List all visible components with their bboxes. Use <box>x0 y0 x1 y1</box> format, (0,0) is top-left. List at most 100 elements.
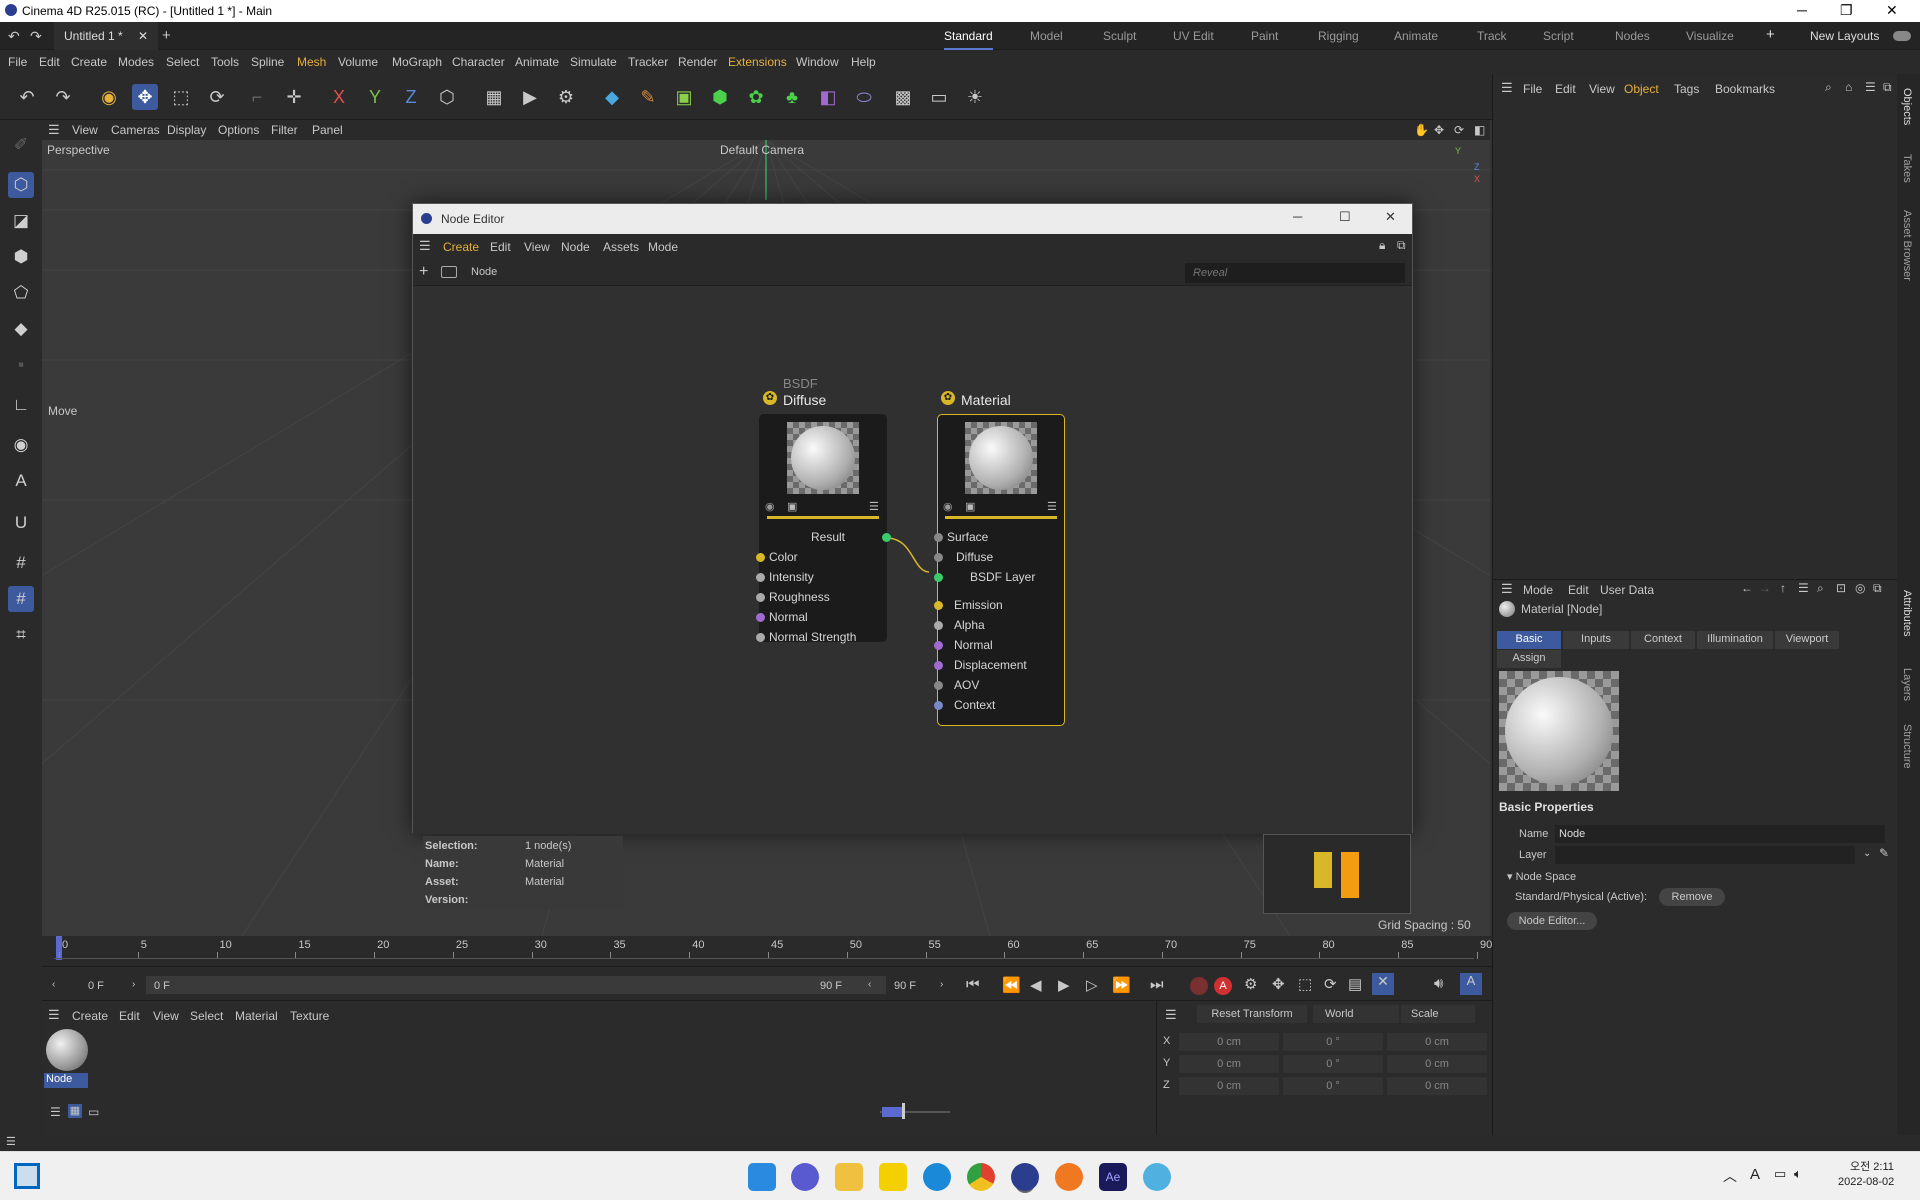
diffuse-node[interactable]: ◉ ▣ ☰ Result Color Intensity Roughness N… <box>756 414 891 644</box>
x-axis-icon[interactable]: X <box>326 84 352 110</box>
port-context[interactable] <box>934 701 943 710</box>
port-surface[interactable] <box>934 533 943 542</box>
material-swatch[interactable]: Node <box>44 1029 88 1089</box>
camera-label[interactable]: Default Camera <box>720 143 804 157</box>
menu-tools[interactable]: Tools <box>211 55 239 69</box>
scale-dropdown[interactable]: Scale <box>1401 1005 1475 1023</box>
move-tool-icon[interactable]: ✥ <box>132 84 158 110</box>
record-icon[interactable] <box>1190 977 1208 995</box>
coord-field[interactable]: 0 ° <box>1283 1033 1383 1051</box>
maximize-icon[interactable]: ☐ <box>1339 209 1351 225</box>
om-menu-object[interactable]: Object <box>1624 82 1659 96</box>
om-menu-view[interactable]: View <box>1589 82 1615 96</box>
tab-illumination[interactable]: Illumination <box>1697 631 1773 649</box>
viewport-menu-panel[interactable]: Panel <box>312 123 343 137</box>
preview-icon[interactable]: ▣ <box>965 500 975 513</box>
panel-menu-icon[interactable]: ☰ <box>1501 80 1513 96</box>
app-icon[interactable] <box>1143 1163 1171 1191</box>
viewport-menu-display[interactable]: Display <box>167 123 206 137</box>
port-displacement[interactable] <box>934 661 943 670</box>
kakaotalk-icon[interactable] <box>879 1163 907 1191</box>
mm-menu-view[interactable]: View <box>153 1009 179 1023</box>
workplane-icon[interactable]: # <box>8 550 34 576</box>
locked-workplane-icon[interactable]: A <box>8 468 34 494</box>
side-tab-structure[interactable]: Structure <box>1901 724 1913 769</box>
port-alpha[interactable] <box>934 621 943 630</box>
om-menu-edit[interactable]: Edit <box>1555 82 1576 96</box>
chevron-down-icon[interactable]: ⌄ <box>1863 848 1871 859</box>
model-mode-icon[interactable]: ⬡ <box>8 172 34 198</box>
pla-key-icon[interactable]: ✕ <box>1372 973 1394 995</box>
ne-menu-create[interactable]: Create <box>443 240 479 254</box>
tab-inputs[interactable]: Inputs <box>1563 631 1629 649</box>
maximize-icon[interactable]: ❐ <box>1840 2 1853 19</box>
om-menu-tags[interactable]: Tags <box>1674 82 1699 96</box>
node-menu-icon[interactable]: ☰ <box>869 500 879 513</box>
start-frame-field[interactable]: 0 F <box>88 980 104 992</box>
large-view-icon[interactable]: ▭ <box>88 1105 99 1119</box>
layout-model[interactable]: Model <box>1030 29 1063 43</box>
layout-script[interactable]: Script <box>1543 29 1574 43</box>
texture-mode-icon[interactable]: ◪ <box>8 208 34 234</box>
menu-modes[interactable]: Modes <box>118 55 154 69</box>
volume-icon[interactable]: 🔈︎ <box>1794 1166 1802 1182</box>
z-axis-icon[interactable]: Z <box>398 84 424 110</box>
status-menu-icon[interactable]: ☰ <box>6 1135 16 1148</box>
coord-field[interactable]: 0 cm <box>1387 1077 1487 1095</box>
field-icon[interactable]: ⬭ <box>851 84 877 110</box>
close-tab-icon[interactable]: ✕ <box>138 29 148 43</box>
coordinate-system-icon[interactable]: ⬡ <box>434 84 460 110</box>
layout-paint[interactable]: Paint <box>1251 29 1278 43</box>
render-picture-viewer-icon[interactable]: ▶ <box>517 84 543 110</box>
tray-chevron-icon[interactable]: ︿ <box>1723 1166 1737 1186</box>
close-icon[interactable]: ✕ <box>1886 2 1898 19</box>
tab-context[interactable]: Context <box>1631 631 1695 649</box>
new-window-icon[interactable]: ⧉ <box>1883 80 1892 95</box>
reset-transform-button[interactable]: Reset Transform <box>1197 1005 1307 1023</box>
maximize-view-icon[interactable]: ◧ <box>1474 123 1485 137</box>
panel-menu-icon[interactable]: ☰ <box>48 122 60 138</box>
tag-icon[interactable] <box>441 266 457 278</box>
node-editor-titlebar[interactable]: Node Editor ─ ☐ ✕ <box>413 204 1412 234</box>
layout-track[interactable]: Track <box>1477 29 1507 43</box>
solo-icon[interactable]: ◉ <box>8 432 34 458</box>
ne-menu-assets[interactable]: Assets <box>603 240 639 254</box>
go-to-end-icon[interactable]: ⏭ <box>1150 976 1164 993</box>
menu-mograph[interactable]: MoGraph <box>392 55 442 69</box>
dolly-icon[interactable]: ✥ <box>1434 123 1444 137</box>
coord-field[interactable]: 0 ° <box>1283 1055 1383 1073</box>
sound-icon[interactable]: 🔊︎ <box>1434 975 1443 992</box>
port-normal[interactable] <box>756 613 765 622</box>
ne-menu-edit[interactable]: Edit <box>490 240 511 254</box>
lock-icon[interactable]: ◉ <box>943 500 953 513</box>
tab-untitled-1[interactable]: Untitled 1 * ✕ <box>54 22 159 50</box>
port-normal-strength[interactable] <box>756 633 765 642</box>
next-frame-icon[interactable]: ▷ <box>1086 976 1098 994</box>
breadcrumb-node[interactable]: Node <box>471 266 497 278</box>
grid-view-icon[interactable]: ▦ <box>68 1104 82 1118</box>
lock-icon[interactable]: 🔒︎ <box>1379 238 1385 253</box>
grid-snap-icon[interactable]: # <box>8 586 34 612</box>
filter-icon[interactable]: ☰ <box>1865 80 1876 94</box>
mm-menu-select[interactable]: Select <box>190 1009 223 1023</box>
menu-help[interactable]: Help <box>851 55 876 69</box>
timeline-ruler[interactable]: 0 5 10 15 20 25 30 35 40 45 50 55 60 65 70 75 80 85 90 <box>42 936 1492 966</box>
end-frame-field[interactable]: 90 F <box>894 980 916 992</box>
minimize-icon[interactable]: ─ <box>1797 2 1807 18</box>
cinema4d-icon[interactable] <box>1011 1163 1039 1191</box>
previous-key-icon[interactable]: ⏪ <box>1002 976 1021 994</box>
points-mode-icon[interactable]: ⬢ <box>8 244 34 270</box>
mm-menu-create[interactable]: Create <box>72 1009 108 1023</box>
world-dropdown[interactable]: World <box>1313 1005 1399 1023</box>
search-icon[interactable]: ⌕ <box>1825 80 1832 95</box>
preview-icon[interactable]: ▣ <box>787 500 797 513</box>
menu-window[interactable]: Window <box>796 55 839 69</box>
filter-icon[interactable]: ☰ <box>1798 581 1809 595</box>
play-icon[interactable]: ▶ <box>1058 976 1070 994</box>
y-axis-icon[interactable]: Y <box>362 84 388 110</box>
camera-icon[interactable]: ▭ <box>926 84 952 110</box>
previous-frame-icon[interactable]: ◀ <box>1030 976 1042 994</box>
extrude-icon[interactable]: ⬢ <box>707 84 733 110</box>
ne-menu-mode[interactable]: Mode <box>648 240 678 254</box>
menu-character[interactable]: Character <box>452 55 505 69</box>
